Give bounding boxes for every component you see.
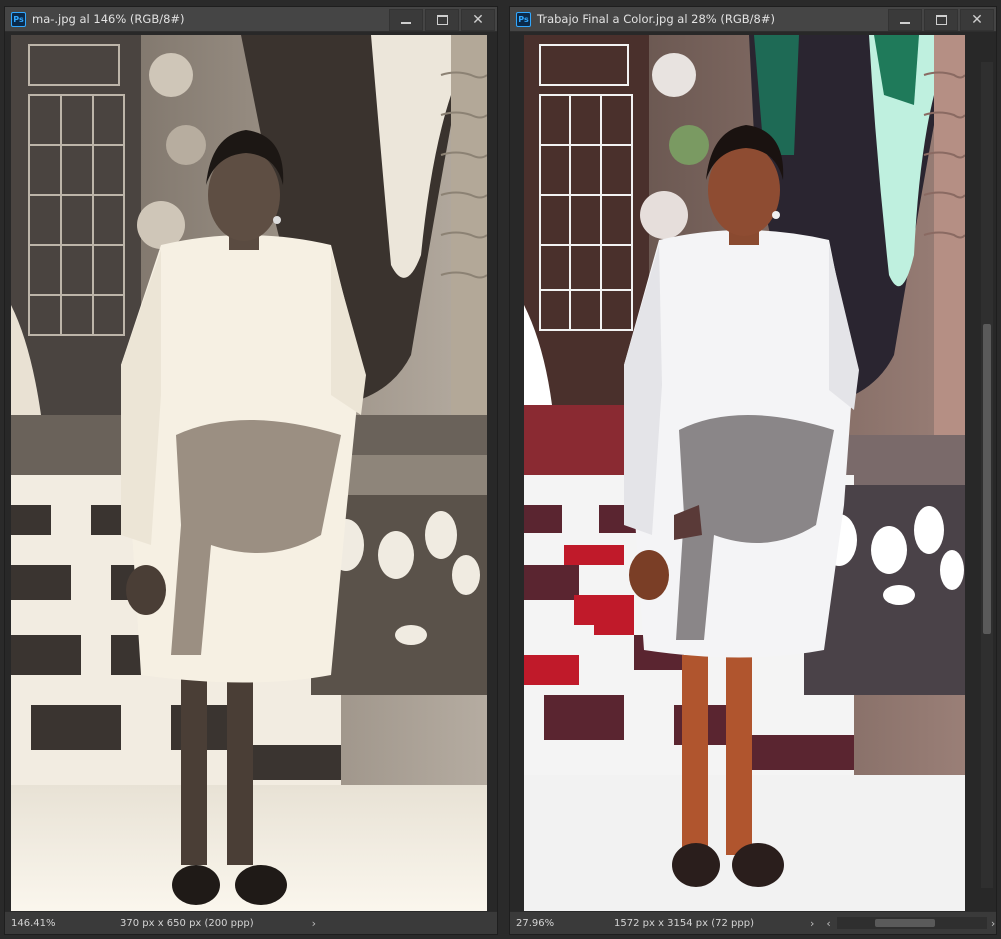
document-title: ma-.jpg al 146% (RGB/8#) — [32, 12, 185, 26]
document-window-original[interactable]: Ps ma-.jpg al 146% (RGB/8#) ✕ 146.41% 37… — [4, 6, 498, 935]
status-menu-arrow-icon[interactable]: › — [810, 917, 814, 930]
horizontal-scroll-thumb[interactable] — [874, 919, 935, 927]
zoom-level[interactable]: 27.96% — [510, 918, 560, 929]
photoshop-app-icon: Ps — [516, 11, 531, 27]
status-bar: 146.41% 370 px x 650 px (200 ppp) › — [5, 911, 497, 934]
photoshop-app-icon: Ps — [11, 11, 26, 27]
minimize-icon — [401, 22, 411, 24]
scroll-left-icon[interactable]: ‹ — [826, 917, 830, 930]
zoom-level[interactable]: 146.41% — [5, 918, 56, 929]
canvas-area[interactable] — [510, 32, 996, 912]
minimize-button[interactable] — [389, 9, 423, 31]
maximize-icon — [436, 15, 448, 25]
document-tab[interactable]: Ps Trabajo Final a Color.jpg al 28% (RGB… — [510, 7, 996, 32]
document-window-colorized[interactable]: Ps Trabajo Final a Color.jpg al 28% (RGB… — [509, 6, 997, 935]
maximize-icon — [935, 15, 947, 25]
document-title: Trabajo Final a Color.jpg al 28% (RGB/8#… — [537, 12, 775, 26]
photo-colorized — [524, 35, 965, 912]
close-button[interactable]: ✕ — [960, 9, 994, 31]
vertical-scrollbar[interactable] — [981, 62, 993, 888]
document-dimensions: 1572 px x 3154 px (72 ppp) — [614, 917, 754, 929]
horizontal-scrollbar[interactable] — [836, 917, 987, 929]
minimize-icon — [900, 22, 910, 24]
document-tab[interactable]: Ps ma-.jpg al 146% (RGB/8#) ✕ — [5, 7, 497, 32]
document-dimensions: 370 px x 650 px (200 ppp) — [120, 917, 254, 929]
canvas-area[interactable] — [5, 32, 497, 912]
photo-sepia-image — [11, 35, 487, 912]
minimize-button[interactable] — [888, 9, 922, 31]
photo-sepia — [11, 35, 487, 912]
status-menu-arrow-icon[interactable]: › — [312, 917, 316, 930]
scroll-right-icon[interactable]: › — [991, 917, 995, 930]
vertical-scroll-thumb[interactable] — [983, 324, 991, 634]
photo-colorized-image — [524, 35, 965, 912]
maximize-button[interactable] — [425, 9, 459, 31]
close-button[interactable]: ✕ — [461, 9, 495, 31]
status-bar: 27.96% 1572 px x 3154 px (72 ppp) › ‹ › — [510, 911, 996, 934]
close-icon: ✕ — [472, 12, 484, 28]
maximize-button[interactable] — [924, 9, 958, 31]
close-icon: ✕ — [971, 12, 983, 28]
